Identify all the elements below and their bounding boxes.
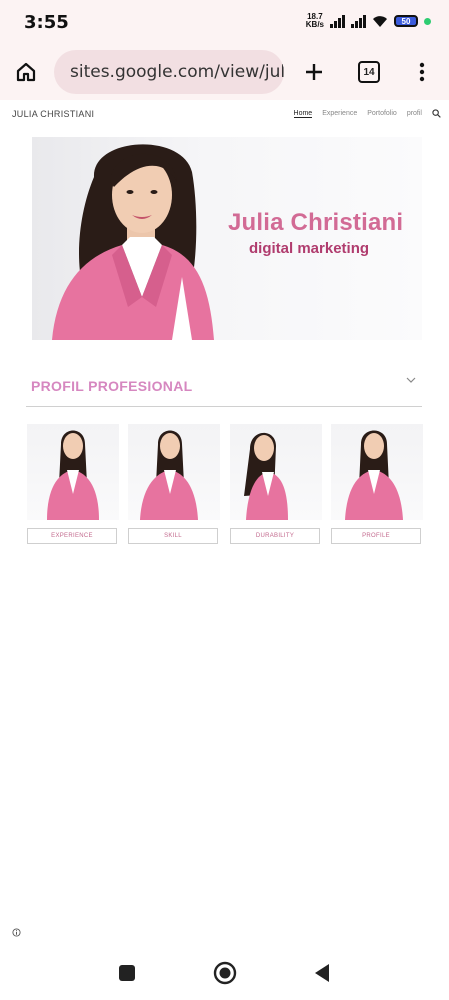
gallery-photo-3[interactable]	[230, 424, 322, 520]
accordion-title[interactable]: PROFIL PROFESIONAL	[31, 378, 193, 394]
recents-icon[interactable]	[118, 964, 136, 982]
home-icon	[16, 62, 36, 82]
status-icons: 18.7 KB/s 50	[306, 13, 431, 29]
hero-subtitle: digital marketing	[249, 240, 370, 257]
back-icon[interactable]	[313, 963, 331, 983]
portrait-image	[52, 144, 214, 340]
nav-portofolio[interactable]: Portofolio	[367, 110, 397, 117]
new-tab-button[interactable]	[294, 52, 334, 92]
portrait-thumb-3	[244, 432, 288, 520]
tab-switcher-button[interactable]: 14	[349, 52, 389, 92]
portrait-thumb-4	[345, 430, 403, 520]
nav-experience[interactable]: Experience	[322, 110, 357, 117]
durability-button[interactable]: DURABILITY	[230, 528, 320, 544]
hero-banner: Julia Christiani digital marketing	[32, 137, 422, 340]
browser-toolbar: sites.google.com/view/julia 14	[0, 44, 449, 100]
more-vert-icon	[419, 62, 425, 82]
info-icon[interactable]	[12, 928, 21, 937]
site-title[interactable]: JULIA CHRISTIANI	[12, 109, 94, 119]
gallery-photo-1[interactable]	[27, 424, 119, 520]
url-text[interactable]: sites.google.com/view/julia	[70, 62, 284, 82]
nav-home[interactable]: Home	[293, 110, 313, 118]
network-speed-unit: KB/s	[305, 20, 324, 29]
menu-button[interactable]	[402, 52, 442, 92]
home-nav-icon[interactable]	[213, 961, 237, 985]
nav-profil[interactable]: profil	[407, 110, 422, 117]
chevron-down-icon[interactable]	[406, 376, 416, 384]
site-nav: Home Experience Portofolio profil	[293, 109, 441, 118]
portrait-thumb-1	[47, 430, 99, 520]
status-bar: 3:55 18.7 KB/s 50	[0, 0, 449, 44]
site-header: JULIA CHRISTIANI Home Experience Portofo…	[0, 100, 449, 128]
gallery-photo-4[interactable]	[331, 424, 423, 520]
battery-icon: 50	[394, 15, 418, 27]
search-icon[interactable]	[432, 109, 441, 118]
system-nav-bar	[0, 944, 449, 1000]
clock: 3:55	[24, 12, 69, 33]
network-speed: 18.7 KB/s	[306, 13, 324, 29]
signal-icon-2	[351, 14, 366, 28]
portrait-thumb-2	[140, 430, 198, 520]
privacy-indicator	[424, 17, 431, 25]
profile-button[interactable]: PROFILE	[331, 528, 421, 544]
address-bar[interactable]: sites.google.com/view/julia	[54, 50, 284, 94]
tab-count: 14	[358, 61, 380, 83]
home-button[interactable]	[6, 52, 46, 92]
hero-name: Julia Christiani	[228, 209, 404, 236]
plus-icon	[306, 64, 322, 80]
gallery-photo-2[interactable]	[128, 424, 220, 520]
profil-accordion[interactable]: PROFIL PROFESIONAL	[26, 366, 422, 407]
experience-button[interactable]: EXPERIENCE	[27, 528, 117, 544]
signal-icon	[330, 14, 345, 28]
wifi-icon	[373, 15, 387, 27]
skill-button[interactable]: SKILL	[128, 528, 218, 544]
